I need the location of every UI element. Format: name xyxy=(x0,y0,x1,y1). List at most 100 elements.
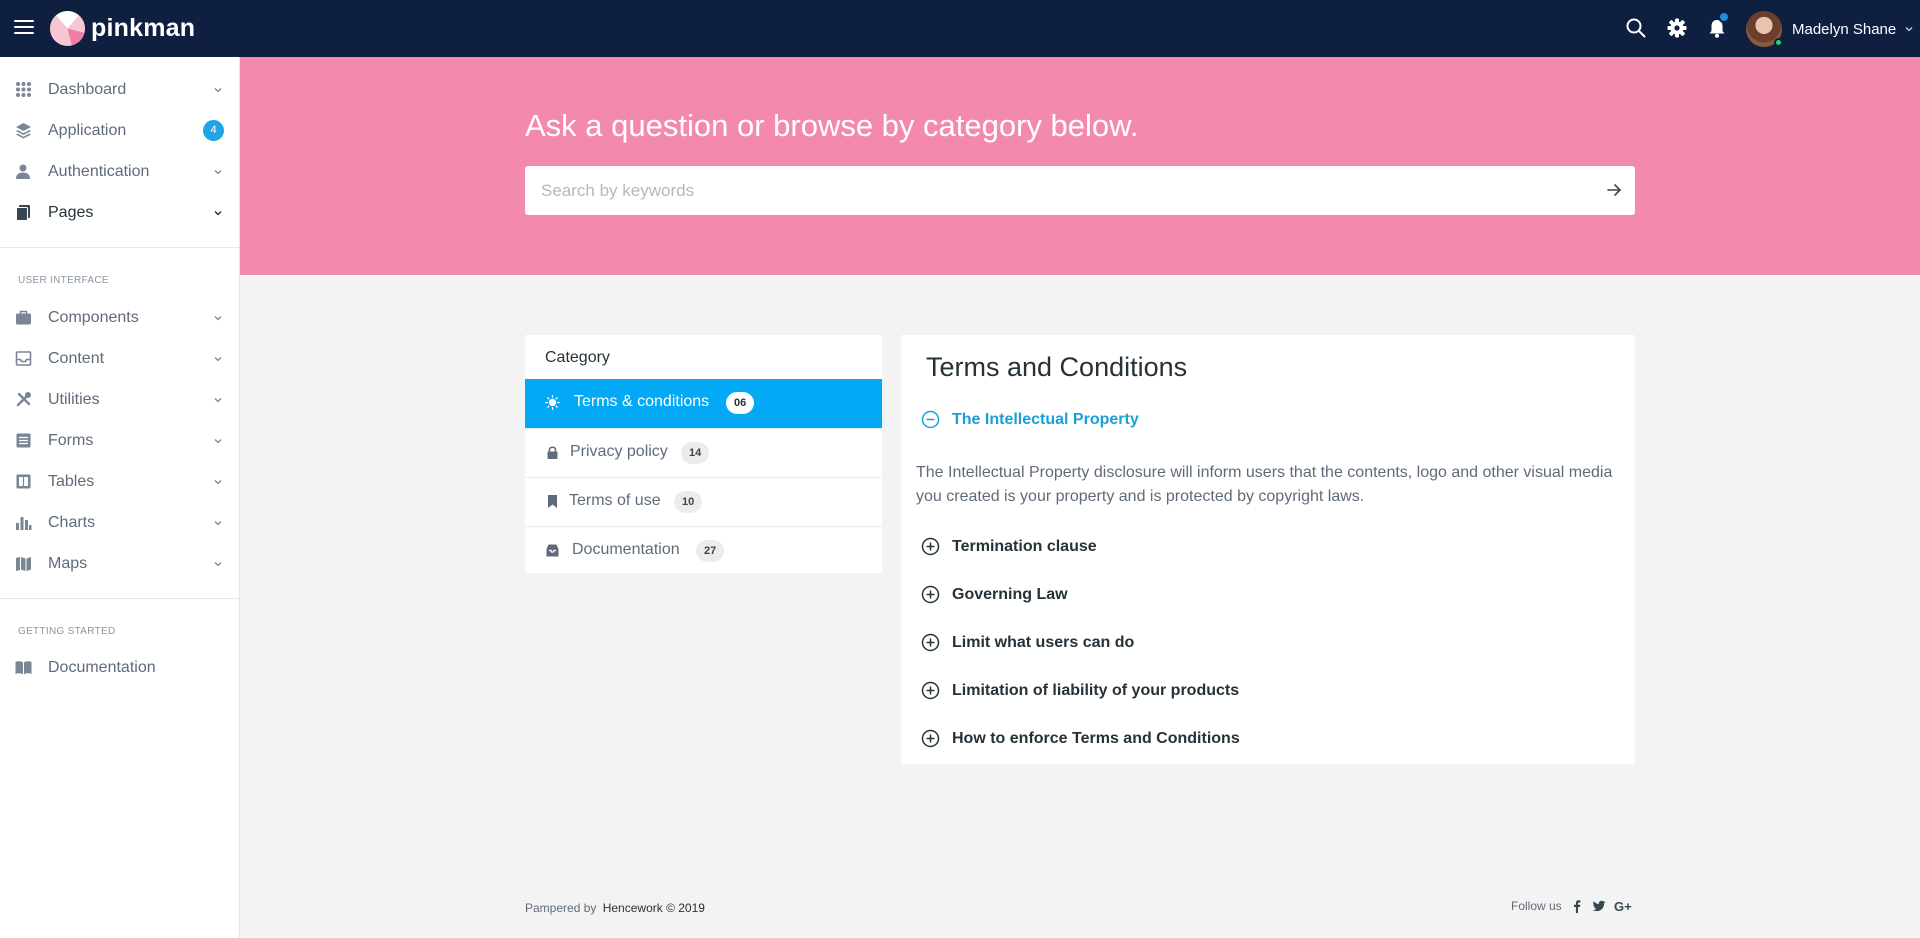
sidebar-section-title: GETTING STARTED xyxy=(18,626,116,637)
accordion-title: Limitation of liability of your products xyxy=(952,681,1240,699)
accordion-body: The Intellectual Property disclosure wil… xyxy=(916,464,1613,505)
archive-icon xyxy=(545,543,560,558)
search-box xyxy=(525,166,1635,215)
user-menu[interactable]: Madelyn Shane xyxy=(1746,11,1914,47)
list-icon xyxy=(15,432,32,449)
table-icon xyxy=(15,473,32,490)
chevron-down-icon xyxy=(214,356,222,361)
accordion-title: Limit what users can do xyxy=(952,633,1135,651)
accordion-item-limitation-liability[interactable]: Limitation of liability of your products xyxy=(921,681,1239,700)
plus-circle-icon xyxy=(921,729,940,748)
bell-icon[interactable] xyxy=(1706,11,1730,39)
layers-icon xyxy=(15,122,32,139)
briefcase-icon xyxy=(15,309,32,326)
footer-credit: Pampered by Hencework © 2019 xyxy=(525,901,705,915)
plus-circle-icon xyxy=(921,537,940,556)
twitter-icon[interactable] xyxy=(1592,899,1606,913)
facebook-icon[interactable] xyxy=(1570,899,1584,913)
plus-circle-icon xyxy=(921,585,940,604)
grid-icon xyxy=(15,81,32,98)
inbox-icon xyxy=(15,350,32,367)
chevron-down-icon xyxy=(214,520,222,525)
sidebar-item-documentation[interactable]: Documentation xyxy=(0,647,240,688)
sidebar-item-maps[interactable]: Maps xyxy=(0,543,240,584)
sidebar-item-utilities[interactable]: Utilities xyxy=(0,379,240,420)
user-name: Madelyn Shane xyxy=(1792,20,1897,38)
sidebar-item-forms[interactable]: Forms xyxy=(0,420,240,461)
sidebar-item-label: Pages xyxy=(48,203,94,221)
sidebar-item-authentication[interactable]: Authentication xyxy=(0,151,240,192)
footer-company-link[interactable]: Hencework © 2019 xyxy=(603,901,705,915)
category-item-terms-conditions[interactable]: Terms & conditions 06 xyxy=(525,379,882,428)
pages-icon xyxy=(15,204,32,221)
sidebar-item-label: Forms xyxy=(48,431,94,449)
accordion-item-termination-clause[interactable]: Termination clause xyxy=(921,537,1097,556)
lock-icon xyxy=(545,445,560,460)
search-icon[interactable] xyxy=(1625,17,1647,39)
category-item-terms-of-use[interactable]: Terms of use 10 xyxy=(525,477,882,526)
minus-circle-icon xyxy=(921,410,940,429)
category-item-label: Terms & conditions xyxy=(574,393,710,410)
category-item-documentation[interactable]: Documentation 27 xyxy=(525,526,882,575)
category-title: Category xyxy=(545,349,610,366)
sidebar-item-label: Content xyxy=(48,349,105,367)
brand-logo-icon xyxy=(50,11,85,46)
sidebar-item-content[interactable]: Content xyxy=(0,338,240,379)
brand-name: pinkman xyxy=(91,14,196,42)
count-badge: 10 xyxy=(674,491,703,513)
map-icon xyxy=(15,555,32,572)
chevron-down-icon xyxy=(214,87,222,92)
accordion-title: Termination clause xyxy=(952,537,1097,555)
count-badge: 27 xyxy=(696,540,725,562)
follow-us-label: Follow us xyxy=(1511,899,1562,913)
gear-icon[interactable] xyxy=(1666,17,1688,39)
chevron-down-icon xyxy=(214,561,222,566)
menu-icon[interactable] xyxy=(14,20,34,36)
svg-text:G+: G+ xyxy=(1614,899,1632,913)
category-item-label: Privacy policy xyxy=(570,443,668,460)
sidebar-item-label: Application xyxy=(48,121,127,139)
sidebar-item-label: Authentication xyxy=(48,162,150,180)
count-badge: 14 xyxy=(681,442,710,464)
sidebar-section-title: USER INTERFACE xyxy=(18,275,109,286)
sidebar: Dashboard Application 4 Authentication P… xyxy=(0,57,240,938)
google-plus-icon[interactable]: G+ xyxy=(1614,899,1634,914)
category-item-label: Terms of use xyxy=(569,492,661,509)
chevron-down-icon xyxy=(1905,27,1913,32)
accordion-item-governing-law[interactable]: Governing Law xyxy=(921,585,1068,604)
sidebar-item-pages[interactable]: Pages xyxy=(0,192,240,233)
hero-banner: Ask a question or browse by category bel… xyxy=(240,57,1920,275)
sidebar-item-label: Utilities xyxy=(48,390,100,408)
sidebar-item-label: Tables xyxy=(48,472,95,490)
sidebar-divider xyxy=(0,598,240,599)
top-navbar: pinkman Madelyn Shane xyxy=(0,0,1920,57)
terms-title: Terms and Conditions xyxy=(926,352,1188,382)
arrow-right-icon[interactable] xyxy=(1605,181,1623,199)
sidebar-item-label: Maps xyxy=(48,554,88,572)
category-item-label: Documentation xyxy=(572,541,680,558)
terms-card: Terms and Conditions The Intellectual Pr… xyxy=(901,335,1635,764)
sidebar-item-dashboard[interactable]: Dashboard xyxy=(0,69,240,110)
chevron-down-icon xyxy=(214,169,222,174)
brand[interactable]: pinkman xyxy=(50,11,195,46)
accordion-title: How to enforce Terms and Conditions xyxy=(952,729,1240,747)
chevron-down-icon xyxy=(214,438,222,443)
sidebar-item-components[interactable]: Components xyxy=(0,297,240,338)
footer-social: Follow us G+ xyxy=(1511,899,1634,914)
plus-circle-icon xyxy=(921,633,940,652)
search-input[interactable] xyxy=(525,166,1575,215)
chevron-down-icon xyxy=(214,479,222,484)
sidebar-item-charts[interactable]: Charts xyxy=(0,502,240,543)
accordion-item-enforce-terms[interactable]: How to enforce Terms and Conditions xyxy=(921,729,1240,748)
sidebar-item-tables[interactable]: Tables xyxy=(0,461,240,502)
category-item-privacy-policy[interactable]: Privacy policy 14 xyxy=(525,428,882,477)
accordion-title: Governing Law xyxy=(952,585,1068,603)
bookmark-icon xyxy=(545,494,560,509)
accordion-title: The Intellectual Property xyxy=(952,410,1139,428)
chevron-down-icon xyxy=(214,397,222,402)
accordion-item-intellectual-property[interactable]: The Intellectual Property xyxy=(921,410,1139,429)
hero-title: Ask a question or browse by category bel… xyxy=(525,108,1139,143)
accordion-item-limit-users[interactable]: Limit what users can do xyxy=(921,633,1134,652)
sidebar-item-application[interactable]: Application 4 xyxy=(0,110,240,151)
count-badge: 06 xyxy=(726,392,755,414)
